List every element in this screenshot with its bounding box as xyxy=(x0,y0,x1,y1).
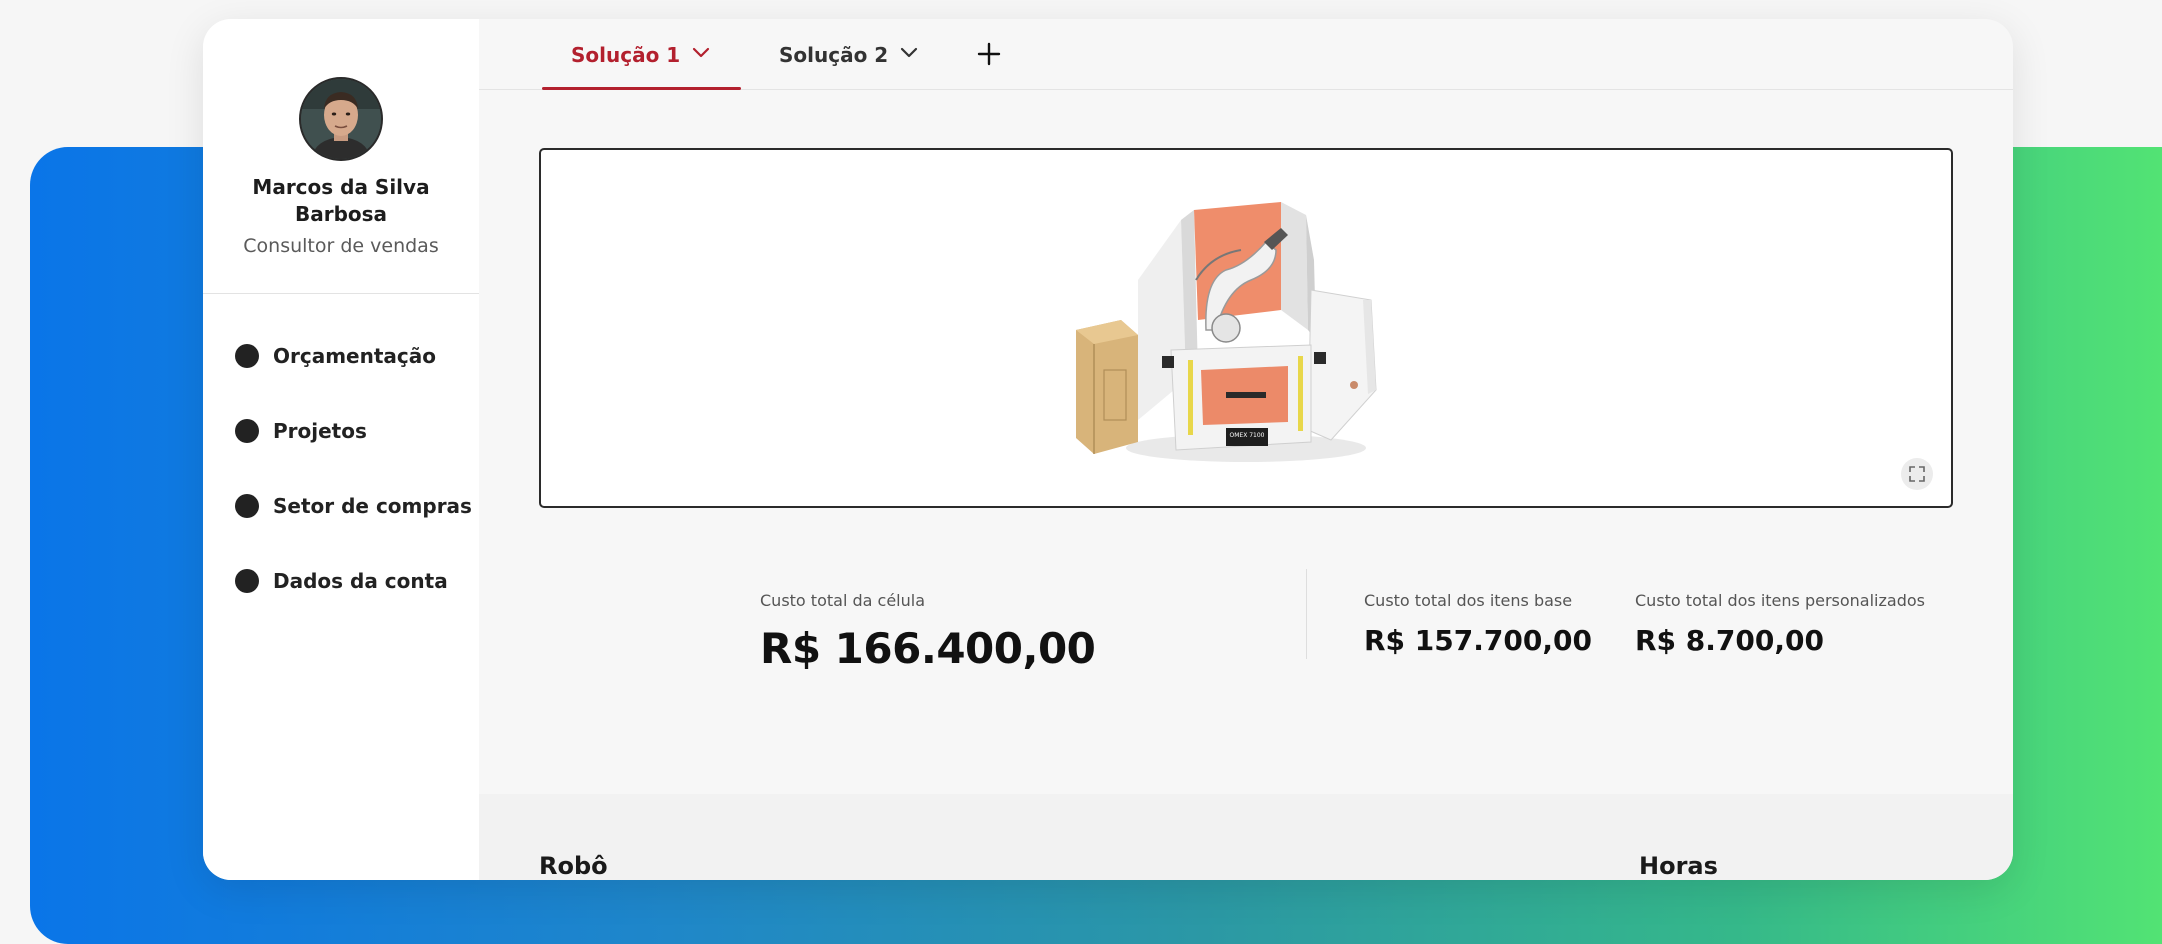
sidebar-item-label: Dados da conta xyxy=(273,569,448,593)
chevron-down-icon xyxy=(901,47,918,58)
cost-custom-label: Custo total dos itens personalizados xyxy=(1635,591,1925,610)
sidebar-item-label: Projetos xyxy=(273,419,367,443)
sidebar-item-projetos[interactable]: Projetos xyxy=(235,416,472,446)
expand-viewer-button[interactable] xyxy=(1901,458,1933,490)
cost-base-label: Custo total dos itens base xyxy=(1364,591,1573,610)
sidebar-item-label: Orçamentação xyxy=(273,344,437,368)
expand-icon xyxy=(1909,466,1925,482)
nav-dot-icon xyxy=(235,569,259,593)
sidebar-item-setor-de-compras[interactable]: Setor de compras xyxy=(235,491,472,521)
cell-3d-viewer[interactable]: OMEX 7100 xyxy=(539,148,1953,508)
cost-custom-value: R$ 8.700,00 xyxy=(1635,624,1824,657)
tab-label: Solução 2 xyxy=(779,43,889,67)
user-role: Consultor de vendas xyxy=(243,235,439,257)
tab-bar: Solução 1 Solução 2 xyxy=(479,19,2013,90)
cost-total-label: Custo total da célula xyxy=(760,591,925,610)
machine-label: OMEX 7100 xyxy=(1230,432,1265,439)
nav-dot-icon xyxy=(235,494,259,518)
cost-total-value: R$ 166.400,00 xyxy=(760,624,1096,673)
cost-divider xyxy=(1306,569,1307,659)
avatar-portrait xyxy=(301,79,381,159)
section-title-hours: Horas xyxy=(1639,852,1718,880)
sidebar-item-label: Setor de compras xyxy=(273,494,472,518)
nav-dot-icon xyxy=(235,344,259,368)
sidebar: Marcos da Silva Barbosa Consultor de ven… xyxy=(203,19,479,880)
sidebar-item-orcamentacao[interactable]: Orçamentação xyxy=(235,341,472,371)
section-title-robot: Robô xyxy=(539,852,608,880)
cost-custom-items: Custo total dos itens personalizados R$ … xyxy=(1635,591,1925,657)
cost-total-cell: Custo total da célula R$ 166.400,00 xyxy=(760,591,1096,673)
main-content: Solução 1 Solução 2 OMEX 7100 Custo tota… xyxy=(479,19,2013,880)
plus-icon xyxy=(977,42,1001,66)
tab-label: Solução 1 xyxy=(571,43,681,67)
add-tab-button[interactable] xyxy=(974,39,1004,69)
sidebar-nav: Orçamentação Projetos Setor de compras D… xyxy=(235,341,472,641)
tab-solucao-1[interactable]: Solução 1 xyxy=(541,43,742,90)
app-window: Marcos da Silva Barbosa Consultor de ven… xyxy=(203,19,2013,880)
user-name: Marcos da Silva Barbosa xyxy=(252,175,430,226)
cost-base-value: R$ 157.700,00 xyxy=(1364,624,1592,657)
cost-base-items: Custo total dos itens base R$ 157.700,00 xyxy=(1364,591,1592,657)
stage: Marcos da Silva Barbosa Consultor de ven… xyxy=(0,0,2162,944)
robot-cell-image: OMEX 7100 xyxy=(1076,202,1377,462)
avatar[interactable] xyxy=(299,77,383,161)
details-section: Robô Horas xyxy=(479,794,2013,880)
sidebar-item-dados-da-conta[interactable]: Dados da conta xyxy=(235,566,472,596)
nav-dot-icon xyxy=(235,419,259,443)
sidebar-divider xyxy=(203,293,479,294)
chevron-down-icon xyxy=(693,47,710,58)
tab-solucao-2[interactable]: Solução 2 xyxy=(779,43,918,89)
